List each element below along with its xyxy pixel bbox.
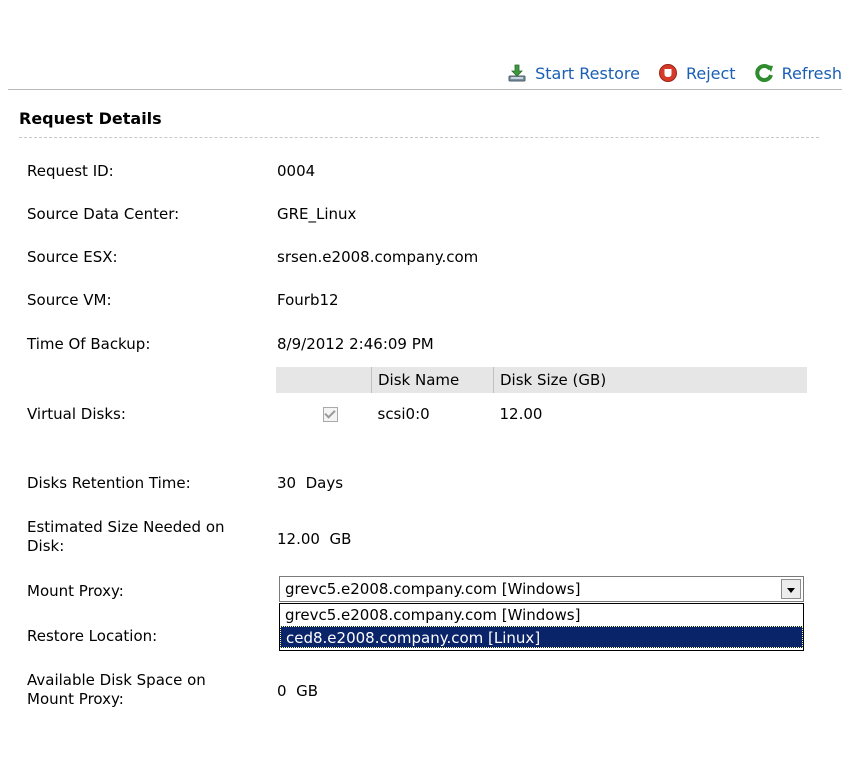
source-esx-value: srsen.e2008.company.com <box>277 248 479 266</box>
request-id-label: Request ID: <box>27 162 114 180</box>
disk-size-column-header: Disk Size (GB) <box>493 367 807 393</box>
restore-location-label: Restore Location: <box>27 627 158 645</box>
source-esx-label: Source ESX: <box>27 248 118 266</box>
mount-proxy-label: Mount Proxy: <box>27 582 124 600</box>
disk-select-column-header <box>276 367 372 393</box>
time-of-backup-value: 8/9/2012 2:46:09 PM <box>277 335 434 353</box>
time-of-backup-label: Time Of Backup: <box>27 335 151 353</box>
estimated-size-label: Estimated Size Needed on Disk: <box>27 518 225 556</box>
disk-table-header: Disk Name Disk Size (GB) <box>276 367 807 393</box>
retention-value: 30 Days <box>277 474 344 492</box>
mount-proxy-select[interactable]: grevc5.e2008.company.com [Windows] <box>279 576 804 602</box>
start-restore-label: Start Restore <box>535 63 640 83</box>
disk-size-cell: 12.00 <box>499 405 543 423</box>
estimated-size-label-line2: Disk: <box>27 537 65 555</box>
estimated-size-value: 12.00 GB <box>277 530 352 548</box>
available-space-value: 0 GB <box>277 682 318 700</box>
mount-proxy-dropdown-list: grevc5.e2008.company.com [Windows] ced8.… <box>279 603 804 651</box>
source-vm-value: Fourb12 <box>277 291 339 309</box>
estimated-size-label-line1: Estimated Size Needed on <box>27 518 225 536</box>
disk-name-cell: scsi0:0 <box>377 405 430 423</box>
disk-checkbox[interactable] <box>323 407 339 422</box>
refresh-label: Refresh <box>781 63 842 83</box>
virtual-disks-label: Virtual Disks: <box>27 405 126 423</box>
refresh-icon <box>754 64 773 83</box>
section-title: Request Details <box>19 109 162 128</box>
available-space-label-line2: Mount Proxy: <box>27 690 124 708</box>
stop-icon <box>658 64 677 82</box>
toolbar-divider <box>8 89 842 90</box>
source-dc-label: Source Data Center: <box>27 205 180 223</box>
source-vm-label: Source VM: <box>27 291 112 309</box>
available-space-label: Available Disk Space on Mount Proxy: <box>27 671 206 709</box>
dropdown-option-highlighted[interactable]: ced8.e2008.company.com [Linux] <box>280 626 803 648</box>
request-id-value: 0004 <box>277 162 316 180</box>
start-restore-button[interactable]: Start Restore <box>507 63 640 83</box>
mount-proxy-selected-value: grevc5.e2008.company.com [Windows] <box>285 580 581 598</box>
section-divider <box>19 137 819 138</box>
disk-name-column-header: Disk Name <box>371 367 494 393</box>
refresh-button[interactable]: Refresh <box>754 63 842 83</box>
reject-button[interactable]: Reject <box>658 63 736 83</box>
dropdown-option[interactable]: grevc5.e2008.company.com [Windows] <box>280 604 803 626</box>
available-space-label-line1: Available Disk Space on <box>27 671 206 689</box>
download-tray-icon <box>508 64 526 82</box>
retention-label: Disks Retention Time: <box>27 474 191 492</box>
reject-label: Reject <box>685 63 736 83</box>
toolbar: Start Restore Reject Refresh <box>489 58 842 88</box>
disk-checkbox-cell <box>276 393 372 435</box>
table-row: scsi0:0 12.00 <box>276 393 807 435</box>
virtual-disks-table: Disk Name Disk Size (GB) scsi0:0 12.00 <box>276 367 807 435</box>
source-dc-value: GRE_Linux <box>277 205 357 223</box>
chevron-down-icon[interactable] <box>781 579 801 599</box>
